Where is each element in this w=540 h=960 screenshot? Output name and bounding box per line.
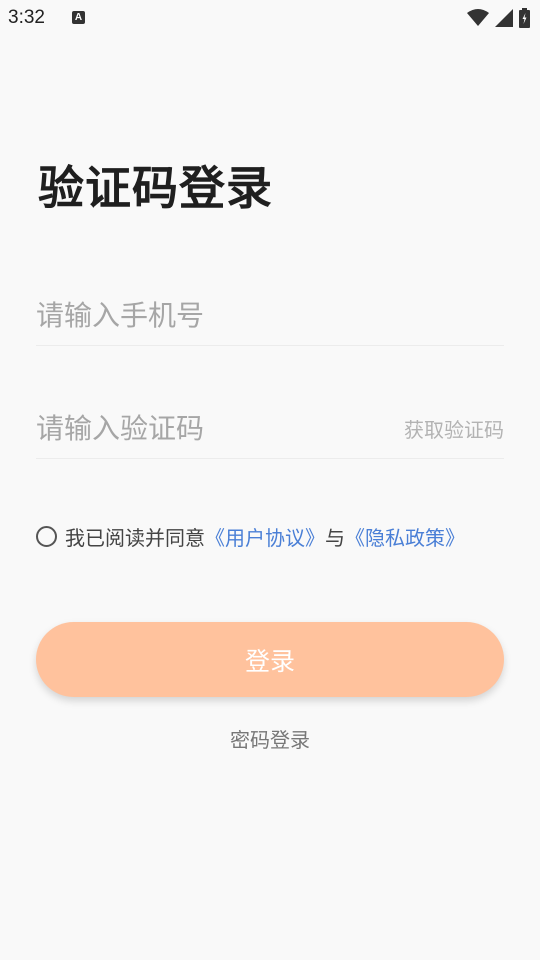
status-time: 3:32 (8, 7, 45, 28)
status-bar: 3:32 A (0, 0, 540, 36)
signal-icon (495, 9, 513, 27)
agreement-row: 我已阅读并同意 《用户协议》 与 《隐私政策》 (36, 522, 465, 551)
privacy-policy-link[interactable]: 《隐私政策》 (345, 522, 465, 551)
battery-icon (519, 8, 530, 28)
agreement-connector: 与 (325, 526, 345, 550)
page-title: 验证码登录 (38, 161, 273, 215)
status-icons (467, 8, 530, 28)
user-agreement-link[interactable]: 《用户协议》 (205, 522, 325, 551)
get-code-button[interactable]: 获取验证码 (404, 414, 504, 443)
agreement-radio[interactable] (36, 526, 57, 547)
password-login-link[interactable]: 密码登录 (0, 724, 540, 753)
login-button[interactable]: 登录 (36, 622, 504, 697)
code-field: 获取验证码 (36, 402, 504, 459)
phone-input[interactable] (36, 289, 376, 341)
code-input[interactable] (36, 402, 376, 454)
phone-field (36, 289, 504, 346)
agreement-prefix: 我已阅读并同意 (65, 526, 205, 550)
a-icon: A (72, 11, 85, 24)
wifi-icon (467, 9, 489, 26)
